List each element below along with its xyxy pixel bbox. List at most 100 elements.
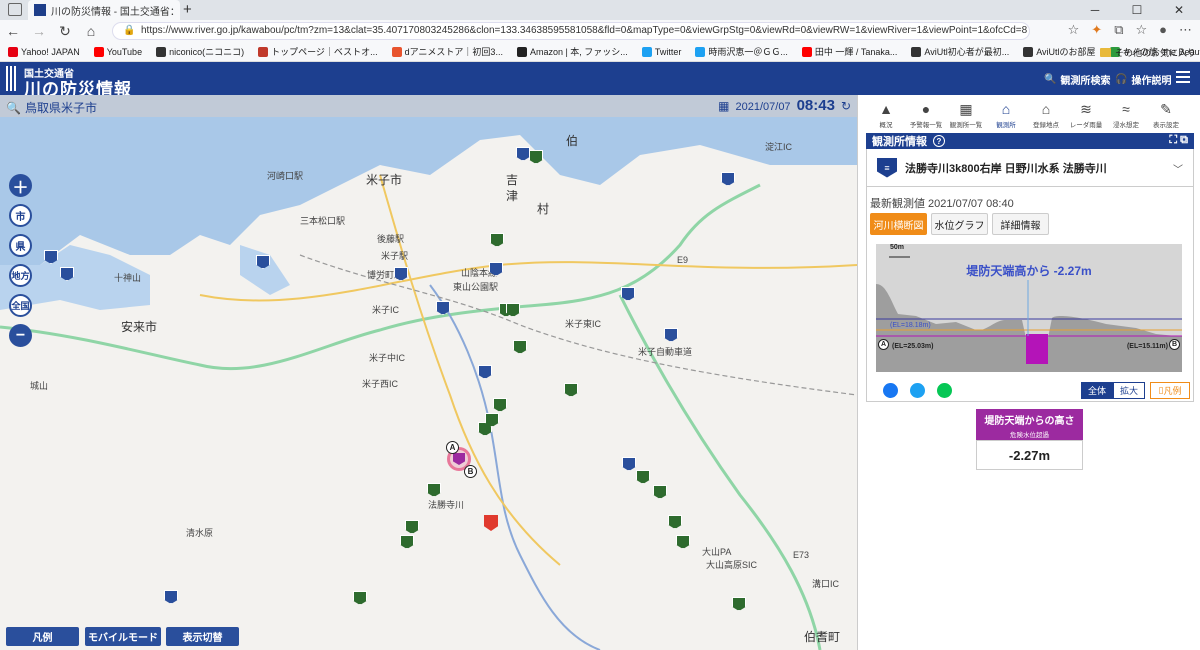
- panel-nav-item[interactable]: ✎ 表示設定: [1146, 101, 1186, 129]
- expand-icon[interactable]: ⛶ ⧉: [1169, 134, 1188, 147]
- favorites-icon[interactable]: ☆: [1135, 22, 1147, 38]
- forward-icon[interactable]: →: [26, 23, 52, 39]
- panel-nav-label: 予警報一覧: [909, 122, 943, 129]
- url-input[interactable]: 🔒 https://www.river.go.jp/kawabou/pc/tm?…: [112, 22, 1030, 40]
- bookmark-label: Amazon | 本, ファッシ...: [529, 47, 628, 57]
- chevron-down-icon[interactable]: ﹀: [1173, 161, 1183, 176]
- bookmark-label: Yahoo! JAPAN: [21, 46, 80, 57]
- refresh-icon[interactable]: ↻: [52, 23, 78, 40]
- zoom-out-button[interactable]: −: [9, 324, 32, 347]
- url-text: https://www.river.go.jp/kawabou/pc/tm?zm…: [141, 25, 1030, 36]
- profile-icon[interactable]: ●: [1159, 22, 1167, 38]
- back-icon[interactable]: ←: [0, 23, 26, 39]
- address-bar-row: ← → ↻ ⌂ 🔒 https://www.river.go.jp/kawabo…: [0, 20, 1200, 42]
- panel-nav-item[interactable]: ⌂ 登録地点: [1026, 101, 1066, 129]
- bookmark-item[interactable]: トップページ｜ベストオ...: [258, 45, 378, 58]
- map-area[interactable]: 🔍 鳥取県米子市 ▦ 2021/07/07 08:43 ↻ ＋ 市 県 地方 全…: [0, 95, 857, 650]
- zoom-in-graph-button[interactable]: 拡大: [1113, 382, 1145, 399]
- panel-nav: ▲ 概況 ● 予警報一覧 ▦ 観測所一覧 ⌂ 観測所 ⌂ 登録地点 ≋ レーダ雨量 ≈ 浸水想定 ✎ 表示設定: [866, 101, 1186, 129]
- line-icon[interactable]: [937, 383, 952, 398]
- zoom-in-button[interactable]: ＋: [9, 174, 32, 197]
- scale-city-button[interactable]: 市: [9, 204, 32, 227]
- extension-icon[interactable]: ✦: [1091, 22, 1102, 38]
- calendar-icon[interactable]: ▦: [718, 99, 729, 113]
- tab-cross-section[interactable]: 河川横断図: [870, 213, 927, 235]
- display-toggle-button[interactable]: 表示切替: [166, 627, 239, 646]
- other-favorites[interactable]: その他のお気に入り: [1099, 46, 1196, 59]
- home-icon[interactable]: ⌂: [78, 23, 104, 39]
- bookmark-item[interactable]: niconico(ニコニコ): [156, 45, 244, 58]
- bookmark-item[interactable]: Yahoo! JAPAN: [8, 46, 80, 57]
- panel-nav-item[interactable]: ▲ 概況: [866, 101, 906, 129]
- browser-tab[interactable]: 川の防災情報 - 国土交通省：観測所 ✕: [28, 0, 180, 20]
- scale-region-button[interactable]: 地方: [9, 264, 32, 287]
- panel-section-header: 観測所情報 ? ⛶ ⧉: [866, 133, 1194, 149]
- bookmark-item[interactable]: AviUtl初心者が最初...: [911, 45, 1009, 58]
- other-favorites-label: その他のお気に入り: [1114, 48, 1196, 58]
- bookmark-favicon-icon: [258, 46, 269, 57]
- bookmark-label: トップページ｜ベストオ...: [271, 47, 378, 57]
- panel-nav-item[interactable]: ● 予警報一覧: [906, 101, 946, 129]
- bookmark-item[interactable]: 田中 一輝 / Tanaka...: [801, 45, 897, 58]
- logo-mark-icon: [6, 66, 18, 91]
- new-tab-button[interactable]: +: [183, 1, 192, 18]
- reload-icon[interactable]: ↻: [841, 99, 851, 113]
- favorite-star-icon[interactable]: ☆: [1068, 22, 1080, 38]
- map-time: 08:43: [796, 97, 835, 114]
- collections-icon[interactable]: ⧉: [1114, 22, 1123, 38]
- scale-prefecture-button[interactable]: 県: [9, 234, 32, 257]
- map-place-label: 米子市: [366, 173, 403, 187]
- bookmark-label: AviUtlのお部屋: [1036, 47, 1096, 57]
- location: 🔍 鳥取県米子市: [6, 99, 97, 116]
- zoom-all-button[interactable]: 全体: [1081, 382, 1113, 399]
- panel-nav-item[interactable]: ≈ 浸水想定: [1106, 101, 1146, 129]
- bookmark-item[interactable]: dアニメストア｜初回3...: [391, 45, 503, 58]
- help-icon[interactable]: ?: [933, 135, 945, 147]
- bookmark-label: 時雨沢恵一＠ＧＧ...: [708, 47, 788, 57]
- bookmark-item[interactable]: 時雨沢恵一＠ＧＧ...: [695, 45, 788, 58]
- bookmark-favicon-icon: [695, 46, 706, 57]
- station-selector[interactable]: ≡ 法勝寺川3k800右岸 日野川水系 法勝寺川 ﹀: [866, 149, 1194, 187]
- twitter-icon[interactable]: [910, 383, 925, 398]
- maximize-icon[interactable]: ☐: [1116, 0, 1158, 20]
- map-place-label: 米子東IC: [565, 319, 602, 329]
- tab-water-level-graph[interactable]: 水位グラフ: [931, 213, 988, 235]
- minimize-icon[interactable]: ─: [1074, 0, 1116, 20]
- scale-nation-button[interactable]: 全国: [9, 294, 32, 317]
- bookmark-item[interactable]: YouTube: [93, 46, 142, 57]
- panel-nav-label: レーダ雨量: [1069, 122, 1103, 129]
- facebook-icon[interactable]: [883, 383, 898, 398]
- panel-nav-icon: ⌂: [1001, 101, 1011, 117]
- tab-actions-icon[interactable]: [8, 3, 22, 16]
- more-icon[interactable]: ⋯: [1179, 22, 1192, 38]
- graph-legend-button[interactable]: ▯ 凡例: [1150, 382, 1190, 399]
- panel-nav-item[interactable]: ▦ 観測所一覧: [946, 101, 986, 129]
- map-place-label: 後藤駅: [377, 234, 405, 244]
- road-route-2: [379, 174, 561, 566]
- bookmark-favicon-icon: [1023, 46, 1034, 57]
- tab-detail-info[interactable]: 詳細情報: [992, 213, 1049, 235]
- bookmark-item[interactable]: Twitter: [641, 46, 681, 57]
- close-window-icon[interactable]: ✕: [1158, 0, 1200, 20]
- help-button[interactable]: 🎧 操作説明: [1115, 72, 1171, 87]
- lake-area: [240, 245, 290, 295]
- menu-icon[interactable]: [1176, 71, 1190, 86]
- map-place-label: 溝口IC: [812, 579, 840, 589]
- bookmark-item[interactable]: AviUtlのお部屋: [1023, 45, 1096, 58]
- map-place-label: 米子IC: [372, 305, 400, 315]
- station-search-label: 観測所検索: [1060, 76, 1111, 87]
- help-label: 操作説明: [1131, 76, 1172, 87]
- station-search-button[interactable]: 🔍 観測所検索: [1044, 72, 1110, 87]
- bookmark-favicon-icon: [641, 46, 652, 57]
- legend-button[interactable]: 凡例: [6, 627, 79, 646]
- sea-area: [0, 117, 857, 265]
- panel-nav-item[interactable]: ≋ レーダ雨量: [1066, 101, 1106, 129]
- map-place-label: 米子中IC: [369, 353, 406, 363]
- map-place-label: 米子自動車道: [638, 347, 693, 357]
- mobile-mode-button[interactable]: モバイルモード: [85, 627, 161, 646]
- search-icon[interactable]: 🔍: [6, 101, 21, 115]
- map-place-label: E73: [793, 550, 810, 560]
- map-place-label: 大山PA: [702, 547, 732, 557]
- panel-nav-item[interactable]: ⌂ 観測所: [986, 101, 1026, 129]
- bookmark-item[interactable]: Amazon | 本, ファッシ...: [516, 45, 628, 58]
